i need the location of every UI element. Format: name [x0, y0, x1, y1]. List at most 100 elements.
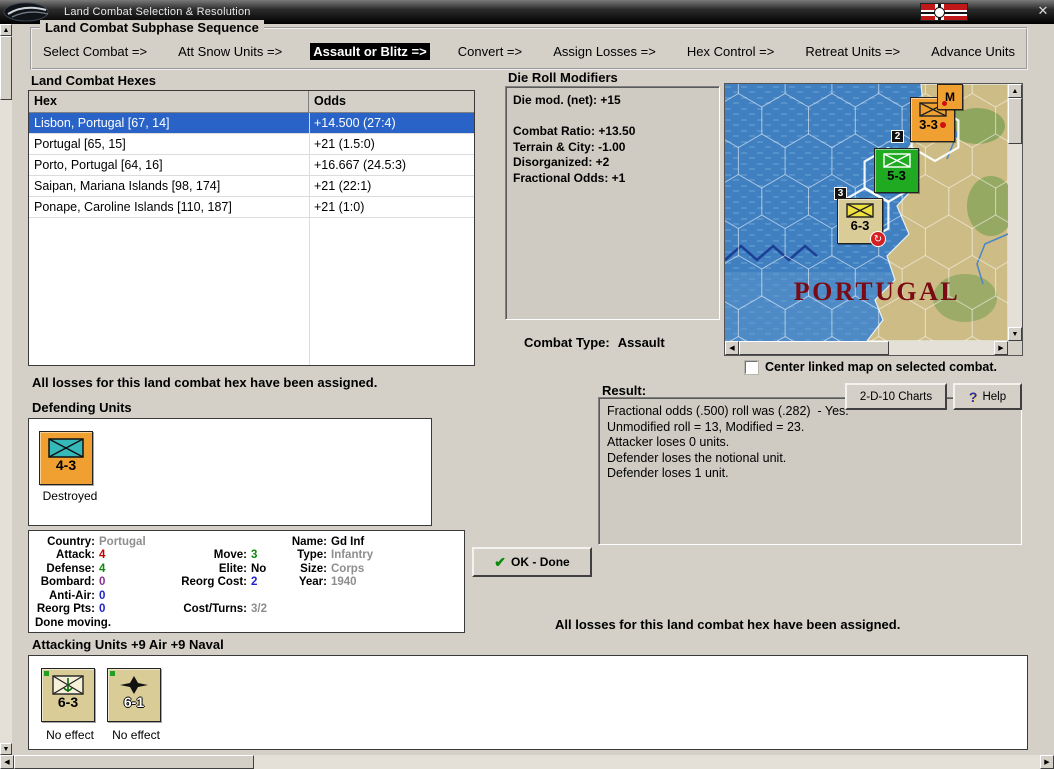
attack-value: 4 [99, 549, 106, 562]
defending-units-panel: 4-3 Destroyed [28, 418, 432, 526]
bombard-value: 0 [99, 576, 106, 589]
scroll-left-icon[interactable] [0, 755, 14, 769]
hex-cell: Lisbon, Portugal [67, 14] [34, 116, 170, 130]
window-horizontal-scrollbar[interactable] [0, 755, 1054, 769]
status-pip-icon [110, 671, 115, 676]
status-dot-icon [942, 101, 947, 106]
window-vertical-scrollbar[interactable] [0, 24, 12, 755]
charts-button[interactable]: 2-D-10 Charts [845, 383, 947, 410]
hex-cell: Ponape, Caroline Islands [110, 187] [34, 200, 232, 214]
subphase-sequence-title: Land Combat Subphase Sequence [40, 20, 264, 35]
table-row[interactable]: Portugal [65, 15] +21 (1.5:0) [29, 134, 474, 155]
attacking-unit-counter-6-3[interactable]: 6-3 [41, 668, 95, 722]
land-combat-hexes-title: Land Combat Hexes [31, 73, 156, 88]
move-label: Move: [213, 549, 247, 562]
step-convert[interactable]: Convert => [455, 43, 525, 60]
scrollbar-corner [1008, 341, 1022, 355]
reorg-cost-label: Reorg Cost: [181, 576, 247, 589]
checkbox-label: Center linked map on selected combat. [765, 360, 998, 374]
anti-air-label: Anti-Air: [49, 589, 95, 602]
scrollbar-thumb[interactable] [14, 755, 254, 769]
mountain-marker-counter[interactable]: M [937, 84, 963, 110]
cost-turns-label: Cost/Turns: [183, 603, 247, 616]
map-unit-counter-5-3[interactable]: 5-3 [874, 148, 919, 193]
defending-unit-counter[interactable]: 4-3 [39, 431, 93, 485]
reorg-pts-value: 0 [99, 603, 106, 616]
help-button[interactable]: Help [953, 383, 1022, 410]
attack-label: Attack: [56, 549, 95, 562]
odds-cell: +16.667 (24.5:3) [314, 158, 407, 172]
odds-cell: +14.500 (27:4) [314, 116, 396, 130]
combat-hex-table: Hex Odds Lisbon, Portugal [67, 14] +14.5… [28, 90, 475, 366]
unit-symbol-icon [846, 203, 874, 218]
type-label: Type: [297, 549, 327, 562]
table-row[interactable]: Ponape, Caroline Islands [110, 187] +21 … [29, 197, 474, 218]
unit-strength: 5-3 [887, 168, 906, 183]
window-title: Land Combat Selection & Resolution [64, 6, 251, 18]
table-row[interactable]: Porto, Portugal [64, 16] +16.667 (24.5:3… [29, 155, 474, 176]
defending-units-title: Defending Units [32, 400, 132, 415]
map-view[interactable]: PORTUGAL 3-3 M 2 5-3 3 6-3 ↻ [725, 84, 1008, 341]
losses-assigned-message: All losses for this land combat hex have… [32, 375, 378, 390]
map-unit-counter-6-3[interactable]: 6-3 [837, 198, 886, 247]
step-assault-or-blitz[interactable]: Assault or Blitz => [310, 43, 430, 60]
scrollbar-thumb[interactable] [1008, 98, 1022, 144]
map-horizontal-scrollbar[interactable] [725, 341, 1008, 355]
die-roll-modifiers-panel: Die mod. (net): +15 Combat Ratio: +13.50… [505, 86, 720, 320]
step-assign-losses[interactable]: Assign Losses => [550, 43, 659, 60]
checkbox-box[interactable] [745, 360, 758, 374]
step-hex-control[interactable]: Hex Control => [684, 43, 777, 60]
defense-value: 4 [99, 562, 106, 575]
hex-cell: Portugal [65, 15] [34, 137, 126, 151]
scroll-down-icon[interactable] [1008, 327, 1022, 341]
scrollbar-thumb[interactable] [0, 36, 12, 100]
scroll-left-icon[interactable] [725, 341, 739, 355]
done-moving-text: Done moving. [35, 616, 112, 629]
region-name-portugal: PORTUGAL [794, 277, 960, 306]
subphase-steps: Select Combat => Att Snow Units => Assau… [40, 43, 1018, 60]
cost-turns-value: 3/2 [251, 603, 267, 616]
unit-strength: 4-3 [55, 457, 77, 473]
step-select-combat[interactable]: Select Combat => [40, 43, 150, 60]
attacking-units-panel: 6-3 No effect 6-1 No effect [28, 655, 1028, 750]
step-advance-units[interactable]: Advance Units [928, 43, 1018, 60]
unit-strength: 6-3 [57, 694, 79, 710]
aircraft-symbol-icon [120, 676, 148, 694]
infantry-symbol-icon [882, 153, 911, 168]
country-label: Country: [47, 535, 95, 548]
year-value: 1940 [331, 576, 357, 589]
ok-done-button[interactable]: OK - Done [472, 547, 592, 577]
step-retreat-units[interactable]: Retreat Units => [802, 43, 903, 60]
charts-button-label: 2-D-10 Charts [859, 390, 933, 403]
combat-type-label: Combat Type: [524, 335, 610, 350]
scroll-up-icon[interactable] [1008, 84, 1022, 98]
bombard-label: Bombard: [40, 576, 95, 589]
help-button-label: Help [982, 390, 1007, 403]
close-icon[interactable] [1034, 2, 1052, 20]
year-label: Year: [298, 576, 327, 589]
unit-strength: 6-1 [123, 694, 145, 710]
attacking-unit-counter-6-1[interactable]: 6-1 [107, 668, 161, 722]
combat-type-value: Assault [617, 335, 665, 350]
step-att-snow-units[interactable]: Att Snow Units => [175, 43, 285, 60]
infantry-symbol-icon [48, 438, 84, 458]
check-icon [494, 554, 506, 571]
map-vertical-scrollbar[interactable] [1008, 84, 1022, 341]
scroll-right-icon[interactable] [994, 341, 1008, 355]
move-value: 3 [251, 549, 258, 562]
scroll-right-icon[interactable] [1040, 755, 1054, 769]
column-divider [309, 113, 310, 365]
table-row[interactable]: Saipan, Mariana Islands [98, 174] +21 (2… [29, 176, 474, 197]
column-header-hex: Hex [29, 91, 309, 112]
app-icon [3, 2, 49, 22]
table-row[interactable]: Lisbon, Portugal [67, 14] +14.500 (27:4) [29, 113, 474, 134]
center-map-checkbox[interactable]: Center linked map on selected combat. [745, 360, 997, 374]
losses-assigned-message: All losses for this land combat hex have… [555, 617, 901, 632]
die-roll-modifiers-title: Die Roll Modifiers [508, 70, 618, 85]
scrollbar-thumb[interactable] [739, 341, 889, 355]
scroll-down-icon[interactable] [0, 743, 12, 755]
column-header-odds: Odds [314, 94, 346, 108]
scroll-up-icon[interactable] [0, 24, 12, 36]
name-value: Gd Inf [331, 535, 365, 548]
nation-flag-icon [920, 3, 968, 21]
